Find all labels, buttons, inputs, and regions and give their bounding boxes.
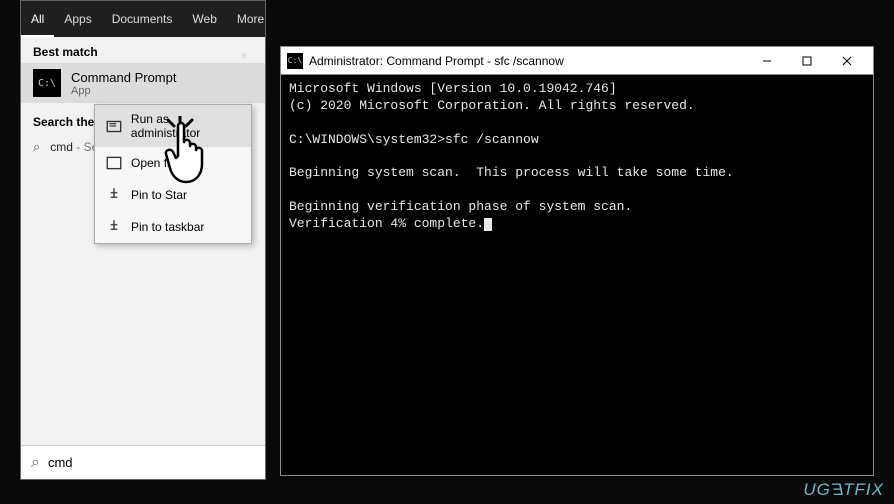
search-icon: ⌕: [31, 454, 40, 472]
folder-icon: [105, 154, 123, 172]
ctx-item-label: Run as administrator: [131, 112, 241, 140]
title-bar[interactable]: C:\ Administrator: Command Prompt - sfc …: [281, 47, 873, 75]
watermark: UGETFIX: [803, 480, 884, 500]
close-button[interactable]: [827, 47, 867, 75]
best-match-title: Command Prompt: [71, 70, 176, 85]
ctx-run-as-administrator[interactable]: Run as administrator: [95, 105, 251, 147]
command-prompt-window: C:\ Administrator: Command Prompt - sfc …: [280, 46, 874, 476]
tab-web[interactable]: Web: [182, 1, 226, 37]
minimize-button[interactable]: [747, 47, 787, 75]
ctx-item-label: Pin to taskbar: [131, 220, 204, 234]
search-icon: ⌕: [33, 139, 40, 155]
ctx-item-label: Pin to Star: [131, 188, 187, 202]
search-box[interactable]: ⌕: [21, 445, 265, 479]
best-match-label: Best match: [21, 37, 265, 63]
admin-icon: [105, 117, 123, 135]
best-match-item[interactable]: C:\ Command Prompt App: [21, 63, 265, 103]
pin-icon: [105, 186, 123, 204]
text-cursor: [484, 218, 492, 231]
command-prompt-icon: C:\: [33, 69, 61, 97]
maximize-button[interactable]: [787, 47, 827, 75]
tab-documents[interactable]: Documents: [102, 1, 183, 37]
window-title: Administrator: Command Prompt - sfc /sca…: [309, 54, 747, 68]
tab-all[interactable]: All: [21, 1, 54, 37]
search-input[interactable]: [48, 455, 255, 470]
ctx-pin-to-start[interactable]: Pin to Star: [95, 179, 251, 211]
context-menu: Run as administrator Open file lo Pin to…: [94, 104, 252, 244]
terminal-output[interactable]: Microsoft Windows [Version 10.0.19042.74…: [281, 75, 873, 239]
ctx-open-file-location[interactable]: Open file lo: [95, 147, 251, 179]
ctx-item-label: Open file lo: [131, 156, 192, 170]
chevron-down-icon: ▼: [240, 51, 249, 61]
best-match-subtitle: App: [71, 85, 176, 97]
command-prompt-icon: C:\: [287, 53, 303, 69]
start-tabs: All Apps Documents Web More ▼: [21, 1, 265, 37]
tab-apps[interactable]: Apps: [54, 1, 101, 37]
tab-more[interactable]: More ▼: [227, 1, 274, 37]
ctx-pin-to-taskbar[interactable]: Pin to taskbar: [95, 211, 251, 243]
pin-icon: [105, 218, 123, 236]
